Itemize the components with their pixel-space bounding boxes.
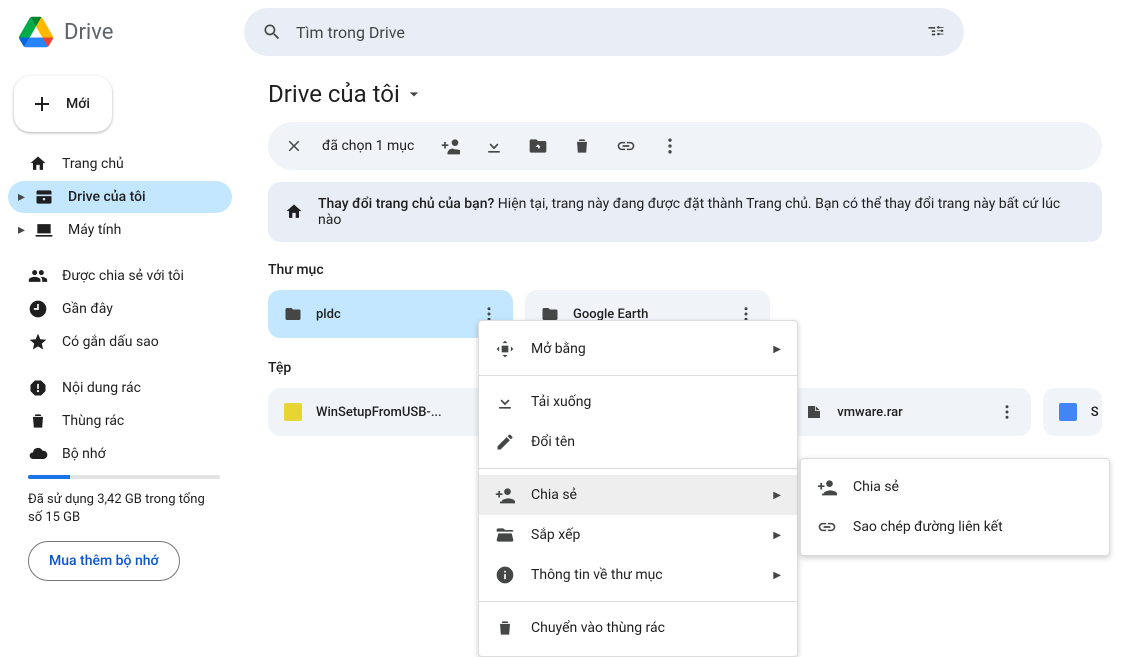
drive-icon xyxy=(34,187,54,207)
nav-recent[interactable]: Gần đây xyxy=(8,293,232,325)
nav-storage[interactable]: Bộ nhớ xyxy=(8,438,232,470)
search-input[interactable] xyxy=(292,23,916,42)
home-icon xyxy=(284,202,304,222)
file-card[interactable]: S xyxy=(1043,388,1102,436)
home-banner: Thay đổi trang chủ của bạn? Hiện tại, tr… xyxy=(268,182,1102,242)
nav-starred[interactable]: Có gắn dấu sao xyxy=(8,326,232,358)
folders-heading: Thư mục xyxy=(248,262,1122,290)
ctx-info[interactable]: Thông tin về thư mục▶ xyxy=(479,555,797,595)
selection-bar: đã chọn 1 mục xyxy=(268,122,1102,170)
home-icon xyxy=(28,154,48,174)
plus-icon xyxy=(30,92,54,116)
file-card[interactable]: vmware.rar xyxy=(789,388,1030,436)
docs-icon xyxy=(1059,403,1077,421)
folder-icon xyxy=(284,305,302,323)
sub-share[interactable]: Chia sẻ xyxy=(801,467,1109,507)
ctx-download[interactable]: Tải xuống xyxy=(479,382,797,422)
share-icon xyxy=(495,485,515,505)
ctx-rename[interactable]: Đổi tên xyxy=(479,422,797,462)
search-bar[interactable] xyxy=(244,8,964,56)
search-icon[interactable] xyxy=(252,12,292,52)
people-icon xyxy=(28,266,48,286)
download-button[interactable] xyxy=(474,126,514,166)
trash-icon xyxy=(495,618,515,638)
nav-shared[interactable]: Được chia sẻ với tôi xyxy=(8,260,232,292)
spam-icon xyxy=(28,378,48,398)
delete-button[interactable] xyxy=(562,126,602,166)
app-title: Drive xyxy=(64,20,113,45)
chevron-right-icon: ▸ xyxy=(18,222,28,238)
buy-storage-button[interactable]: Mua thêm bộ nhớ xyxy=(28,541,180,581)
context-menu: Mở bằng▶ Tải xuống Đổi tên Chia sẻ▶ Sắp … xyxy=(478,320,798,657)
download-icon xyxy=(495,392,515,412)
trash-icon xyxy=(28,411,48,431)
chevron-down-icon xyxy=(404,84,424,104)
edit-icon xyxy=(495,432,515,452)
nav-spam[interactable]: Nội dung rác xyxy=(8,372,232,404)
nav-trash[interactable]: Thùng rác xyxy=(8,405,232,437)
nav-my-drive[interactable]: ▸ Drive của tôi xyxy=(8,181,232,213)
new-button[interactable]: Mới xyxy=(14,76,112,132)
selection-text: đã chọn 1 mục xyxy=(322,138,414,154)
rar-icon xyxy=(805,403,823,421)
share-button[interactable] xyxy=(430,126,470,166)
ctx-organize[interactable]: Sắp xếp▶ xyxy=(479,515,797,555)
storage-bar xyxy=(28,475,220,479)
link-icon xyxy=(817,517,837,537)
storage-text: Đã sử dụng 3,42 GB trong tổng số 15 GB xyxy=(28,491,220,527)
clock-icon xyxy=(28,299,48,319)
filter-icon[interactable] xyxy=(916,12,956,52)
nav-home[interactable]: Trang chủ xyxy=(8,148,232,180)
folder-card[interactable]: pldc xyxy=(268,290,513,338)
more-button[interactable] xyxy=(650,126,690,166)
share-icon xyxy=(817,477,837,497)
ctx-open-with[interactable]: Mở bằng▶ xyxy=(479,329,797,369)
folder-open-icon xyxy=(495,525,515,545)
close-selection-button[interactable] xyxy=(274,126,314,166)
open-icon xyxy=(495,339,515,359)
chevron-right-icon: ▸ xyxy=(18,189,28,205)
nav-computers[interactable]: ▸ Máy tính xyxy=(8,214,232,246)
drive-logo xyxy=(16,12,56,52)
file-card[interactable]: WinSetupFromUSB-... xyxy=(268,388,509,436)
link-button[interactable] xyxy=(606,126,646,166)
ctx-share[interactable]: Chia sẻ▶ xyxy=(479,475,797,515)
star-icon xyxy=(28,332,48,352)
sub-copy-link[interactable]: Sao chép đường liên kết xyxy=(801,507,1109,547)
zip-icon xyxy=(284,403,302,421)
breadcrumb[interactable]: Drive của tôi xyxy=(268,80,424,108)
file-more-button[interactable] xyxy=(989,394,1025,430)
computer-icon xyxy=(34,220,54,240)
info-icon xyxy=(495,565,515,585)
share-submenu: Chia sẻ Sao chép đường liên kết xyxy=(800,458,1110,556)
move-button[interactable] xyxy=(518,126,558,166)
cloud-icon xyxy=(28,444,48,464)
ctx-trash[interactable]: Chuyển vào thùng rác xyxy=(479,608,797,648)
